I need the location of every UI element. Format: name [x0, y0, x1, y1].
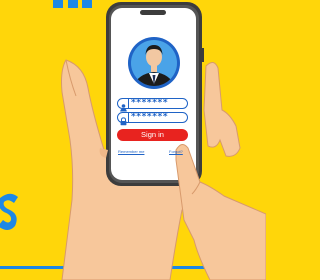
username-value: ******* — [131, 98, 169, 108]
username-field[interactable]: ******* — [117, 98, 188, 112]
remember-me-link[interactable]: Remember me — [118, 149, 144, 154]
password-value: ******* — [131, 112, 169, 122]
forgot-password-link[interactable]: Forgot? — [169, 149, 183, 154]
password-field[interactable]: ******* — [117, 112, 188, 126]
lock-icon — [119, 113, 129, 126]
sign-in-button[interactable]: Sign in — [117, 129, 188, 141]
user-icon — [119, 99, 129, 112]
